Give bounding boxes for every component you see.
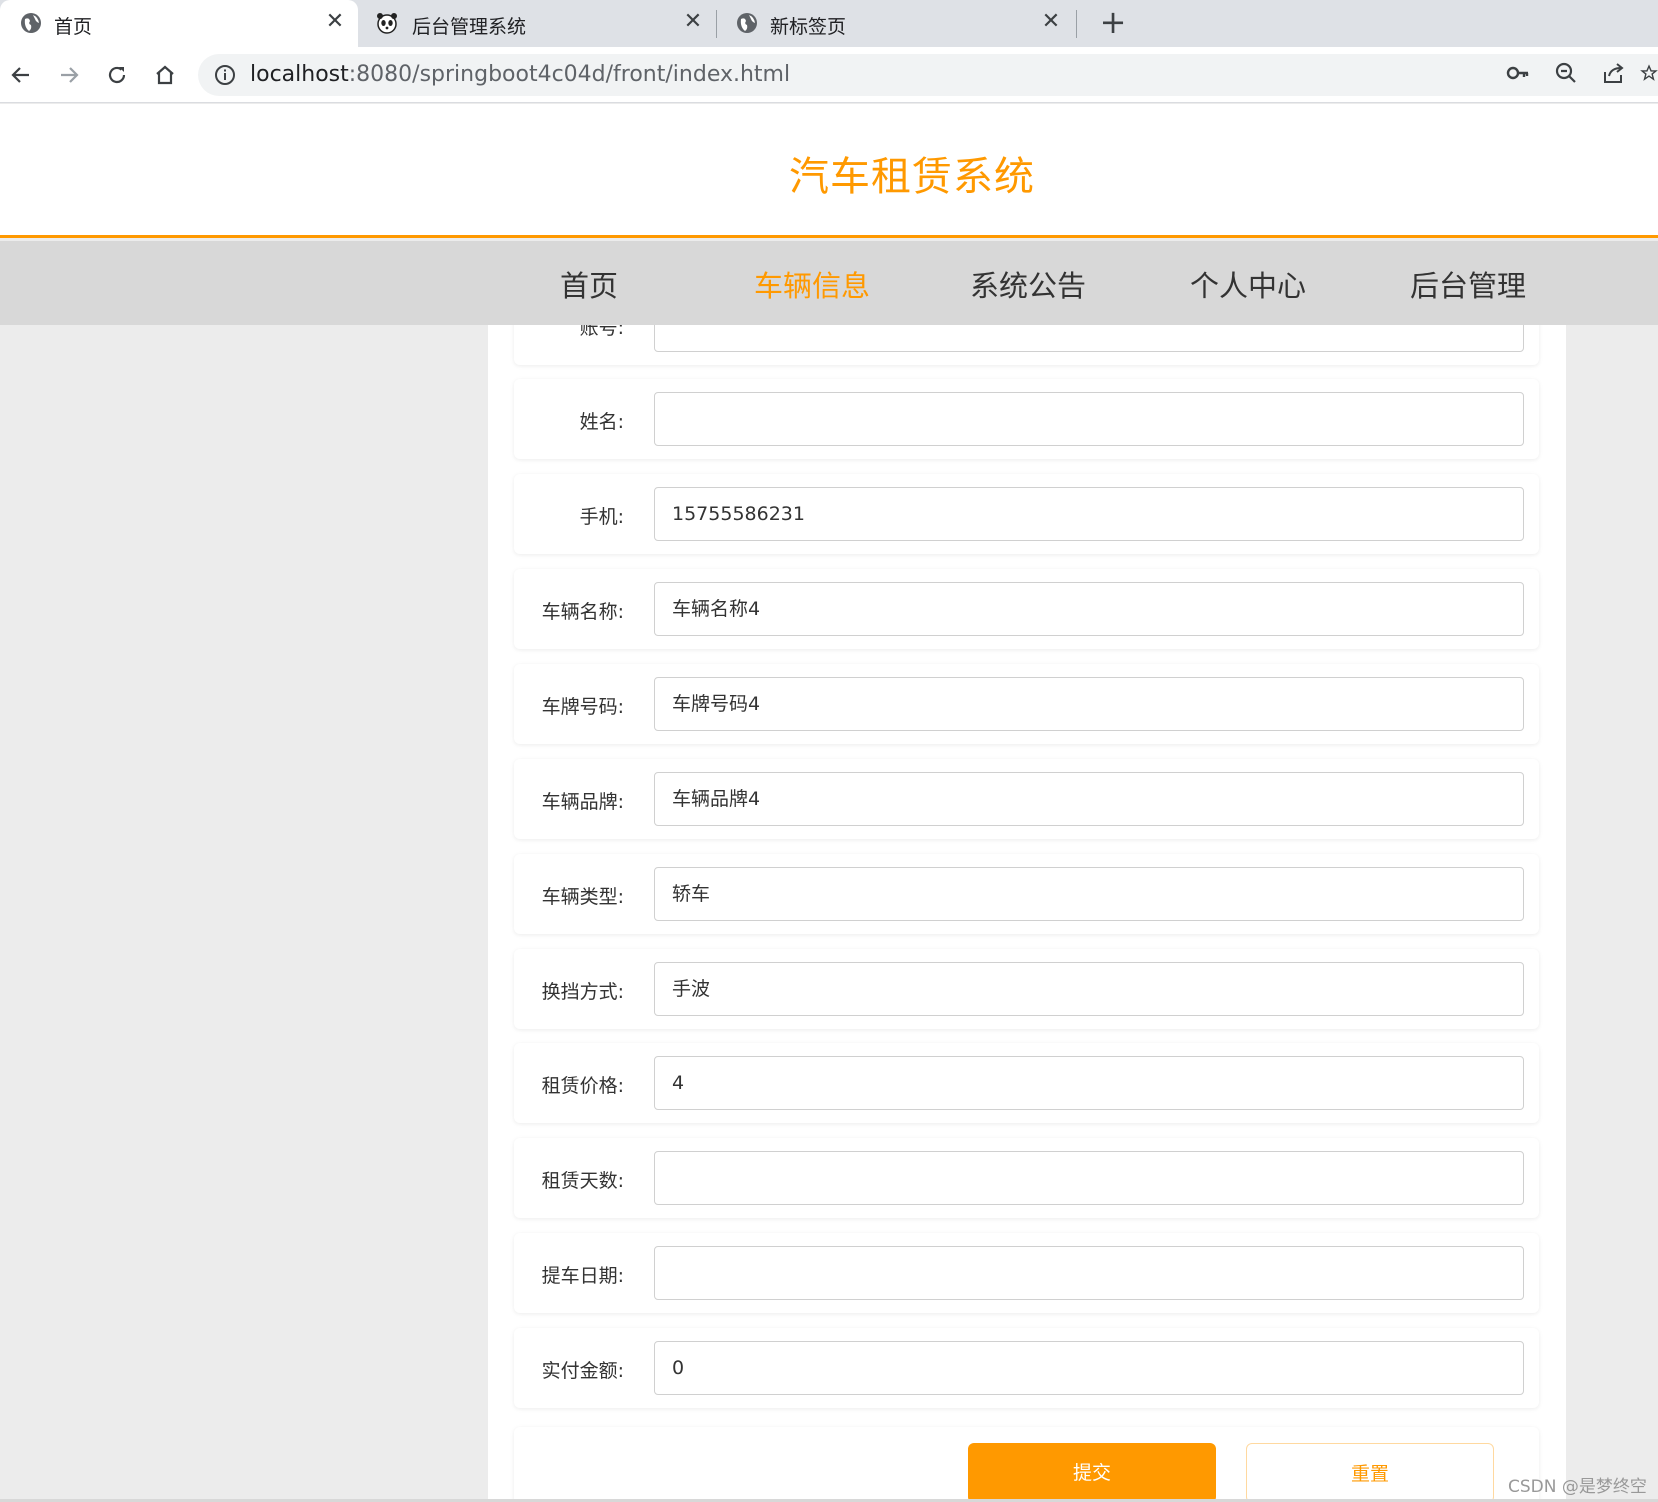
url-path: :8080/springboot4c04d/front/index.html [348, 62, 791, 87]
reload-icon [108, 66, 126, 84]
nav-item-home[interactable]: 首页 [560, 263, 618, 305]
reset-button[interactable]: 重置 [1246, 1443, 1494, 1502]
field-label: 租赁天数: [541, 1170, 624, 1192]
field-label: 车辆类型: [541, 886, 624, 908]
site-header: 汽车租赁系统 [0, 104, 1658, 238]
globe-icon [21, 13, 41, 33]
plate-number-input[interactable]: 车牌号码4 [654, 677, 1524, 731]
form-row-rental-price: 租赁价格: 4 [514, 1043, 1539, 1123]
nav-item-admin[interactable]: 后台管理 [1410, 263, 1526, 305]
form-row-account: 账号: [514, 325, 1539, 365]
password-key-icon[interactable] [1502, 57, 1534, 89]
brand-input[interactable]: 车辆品牌4 [654, 772, 1524, 826]
form-row-amount-paid: 实付金额: 0 [514, 1328, 1539, 1408]
amount-paid-input[interactable]: 0 [654, 1341, 1524, 1395]
browser-tab-admin[interactable]: 后台管理系统 ✕ [358, 0, 716, 47]
home-button[interactable] [146, 56, 184, 94]
close-icon[interactable]: ✕ [680, 9, 706, 35]
field-label: 手机: [579, 506, 624, 528]
nav-item-announcements[interactable]: 系统公告 [970, 263, 1086, 305]
vehicle-type-input[interactable]: 轿车 [654, 867, 1524, 921]
main-nav: 首页 车辆信息 系统公告 个人中心 后台管理 [0, 241, 1658, 325]
nav-item-personal-center[interactable]: 个人中心 [1190, 263, 1306, 305]
new-tab-plus-icon[interactable]: + [1096, 6, 1130, 40]
address-bar[interactable]: localhost:8080/springboot4c04d/front/ind… [198, 54, 1658, 96]
form-row-name: 姓名: [514, 379, 1539, 459]
info-icon[interactable] [214, 64, 236, 86]
tab-title: 后台管理系统 [412, 16, 527, 38]
field-label: 车辆品牌: [541, 791, 624, 813]
arrow-right-icon [61, 67, 79, 83]
form-row-pickup-date: 提车日期: [514, 1233, 1539, 1313]
field-label: 实付金额: [541, 1360, 624, 1382]
phone-input[interactable]: 15755586231 [654, 487, 1524, 541]
form-row-rental-days: 租赁天数: [514, 1138, 1539, 1218]
tab-title: 首页 [54, 16, 93, 38]
field-label: 车牌号码: [541, 696, 624, 718]
rental-days-input[interactable] [654, 1151, 1524, 1205]
field-label: 姓名: [579, 411, 624, 433]
share-icon[interactable] [1598, 57, 1630, 89]
field-label: 车辆名称: [541, 601, 624, 623]
browser-tab-new[interactable]: 新标签页 ✕ [716, 0, 1074, 47]
rental-form-panel: 账号: 姓名: 手机: 15755586231 车辆名称: 车辆名称4 车牌号码… [488, 325, 1566, 1502]
tab-title: 新标签页 [770, 16, 847, 38]
browser-tab-home[interactable]: 首页 ✕ [0, 0, 358, 47]
back-button[interactable] [2, 56, 40, 94]
name-input[interactable] [654, 392, 1524, 446]
forward-button[interactable] [50, 56, 88, 94]
transmission-input[interactable]: 手波 [654, 962, 1524, 1016]
form-row-brand: 车辆品牌: 车辆品牌4 [514, 759, 1539, 839]
browser-toolbar: localhost:8080/springboot4c04d/front/ind… [0, 47, 1658, 103]
tab-separator [1076, 10, 1077, 38]
globe-icon [737, 13, 757, 33]
reload-button[interactable] [98, 56, 136, 94]
form-row-vehicle-type: 车辆类型: 轿车 [514, 854, 1539, 934]
zoom-icon[interactable] [1550, 57, 1582, 89]
home-icon [156, 65, 174, 85]
form-row-transmission: 换挡方式: 手波 [514, 949, 1539, 1029]
pickup-date-input[interactable] [654, 1246, 1524, 1300]
field-label: 账号: [579, 325, 624, 339]
url-host: localhost [250, 62, 349, 87]
bookmark-star-icon[interactable] [1640, 57, 1658, 89]
field-label: 提车日期: [541, 1265, 624, 1287]
site-title: 汽车租赁系统 [789, 154, 1035, 200]
form-row-phone: 手机: 15755586231 [514, 474, 1539, 554]
account-input[interactable] [654, 325, 1524, 352]
form-row-vehicle-name: 车辆名称: 车辆名称4 [514, 569, 1539, 649]
rental-price-input[interactable]: 4 [654, 1056, 1524, 1110]
nav-item-vehicle-info[interactable]: 车辆信息 [754, 263, 870, 305]
watermark: CSDN @是梦终空 [1508, 1477, 1647, 1497]
close-icon[interactable]: ✕ [1038, 9, 1064, 35]
field-label: 换挡方式: [541, 981, 624, 1003]
submit-button[interactable]: 提交 [968, 1443, 1216, 1502]
url-text[interactable]: localhost:8080/springboot4c04d/front/ind… [250, 62, 790, 87]
close-icon[interactable]: ✕ [322, 9, 348, 35]
arrow-left-icon [11, 67, 29, 83]
form-actions: 提交 重置 [514, 1427, 1539, 1502]
field-label: 租赁价格: [541, 1075, 624, 1097]
panda-icon [377, 13, 397, 34]
vehicle-name-input[interactable]: 车辆名称4 [654, 582, 1524, 636]
form-row-plate-number: 车牌号码: 车牌号码4 [514, 664, 1539, 744]
browser-tab-bar: 首页 ✕ 后台管理系统 ✕ 新标签页 ✕ + [0, 0, 1658, 47]
